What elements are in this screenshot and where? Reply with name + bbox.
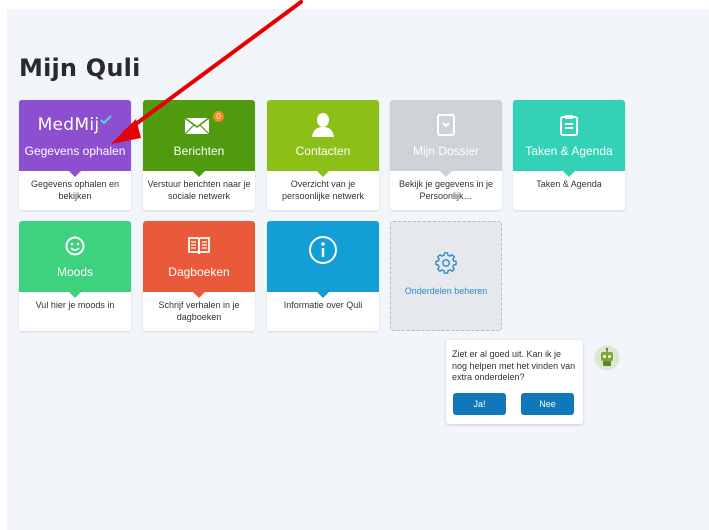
checkmark-icon <box>100 115 113 125</box>
tile-header: Dagboeken <box>143 221 255 298</box>
yes-button[interactable]: Ja! <box>453 393 506 415</box>
tile-header: Taken & Agenda <box>513 100 625 177</box>
tile-label: Gegevens ophalen <box>24 144 126 158</box>
tile-label: Dagboeken <box>168 265 230 279</box>
tile-header: Mijn Dossier <box>390 100 502 177</box>
manage-components-button[interactable]: Onderdelen beheren <box>390 221 502 331</box>
clipboard-icon <box>513 112 625 138</box>
tile-taken-agenda[interactable]: Taken & Agenda Taken & Agenda <box>513 100 625 210</box>
tile-moods[interactable]: Moods Vul hier je moods in <box>19 221 131 331</box>
tile-contacten[interactable]: Contacten Overzicht van je persoonlijke … <box>267 100 379 210</box>
tile-header: MedMij Gegevens ophalen <box>19 100 131 177</box>
person-icon <box>267 112 379 138</box>
tile-label: Moods <box>56 265 94 279</box>
manage-label: Onderdelen beheren <box>404 286 488 296</box>
no-button[interactable]: Nee <box>521 393 574 415</box>
robot-avatar-icon <box>594 345 620 371</box>
medmij-logo: MedMij <box>19 112 131 138</box>
tile-informatie[interactable]: Informatie over Quli <box>267 221 379 331</box>
tile-header: 0 Berichten <box>143 100 255 177</box>
smiley-icon <box>19 233 131 259</box>
tile-label: Berichten <box>173 144 225 158</box>
tile-header: Moods <box>19 221 131 298</box>
tile-label: Mijn Dossier <box>412 144 479 158</box>
bot-message-bubble: Ziet er al goed uit. Kan ik je nog helpe… <box>446 340 583 424</box>
envelope-icon: 0 <box>143 111 255 138</box>
tile-dagboeken[interactable]: Dagboeken Schrijf verhalen in je dagboek… <box>143 221 255 331</box>
gear-icon <box>435 252 457 274</box>
book-icon <box>143 233 255 259</box>
tile-header <box>267 221 379 298</box>
tile-berichten[interactable]: 0 Berichten Verstuur berichten naar je s… <box>143 100 255 210</box>
info-icon <box>267 236 379 264</box>
bot-message-text: Ziet er al goed uit. Kan ik je nog helpe… <box>452 349 576 382</box>
tile-label: Taken & Agenda <box>525 144 613 158</box>
tile-label: Contacten <box>295 144 351 158</box>
tile-mijn-dossier[interactable]: Mijn Dossier Bekijk je gegevens in je Pe… <box>390 100 502 210</box>
medmij-logo-text: MedMij <box>37 115 100 135</box>
tile-gegevens-ophalen[interactable]: MedMij Gegevens ophalen Gegevens ophalen… <box>19 100 131 210</box>
unread-badge: 0 <box>213 111 224 122</box>
tile-header: Contacten <box>267 100 379 177</box>
dossier-icon <box>390 112 502 138</box>
page-title: Mijn Quli <box>19 54 141 82</box>
